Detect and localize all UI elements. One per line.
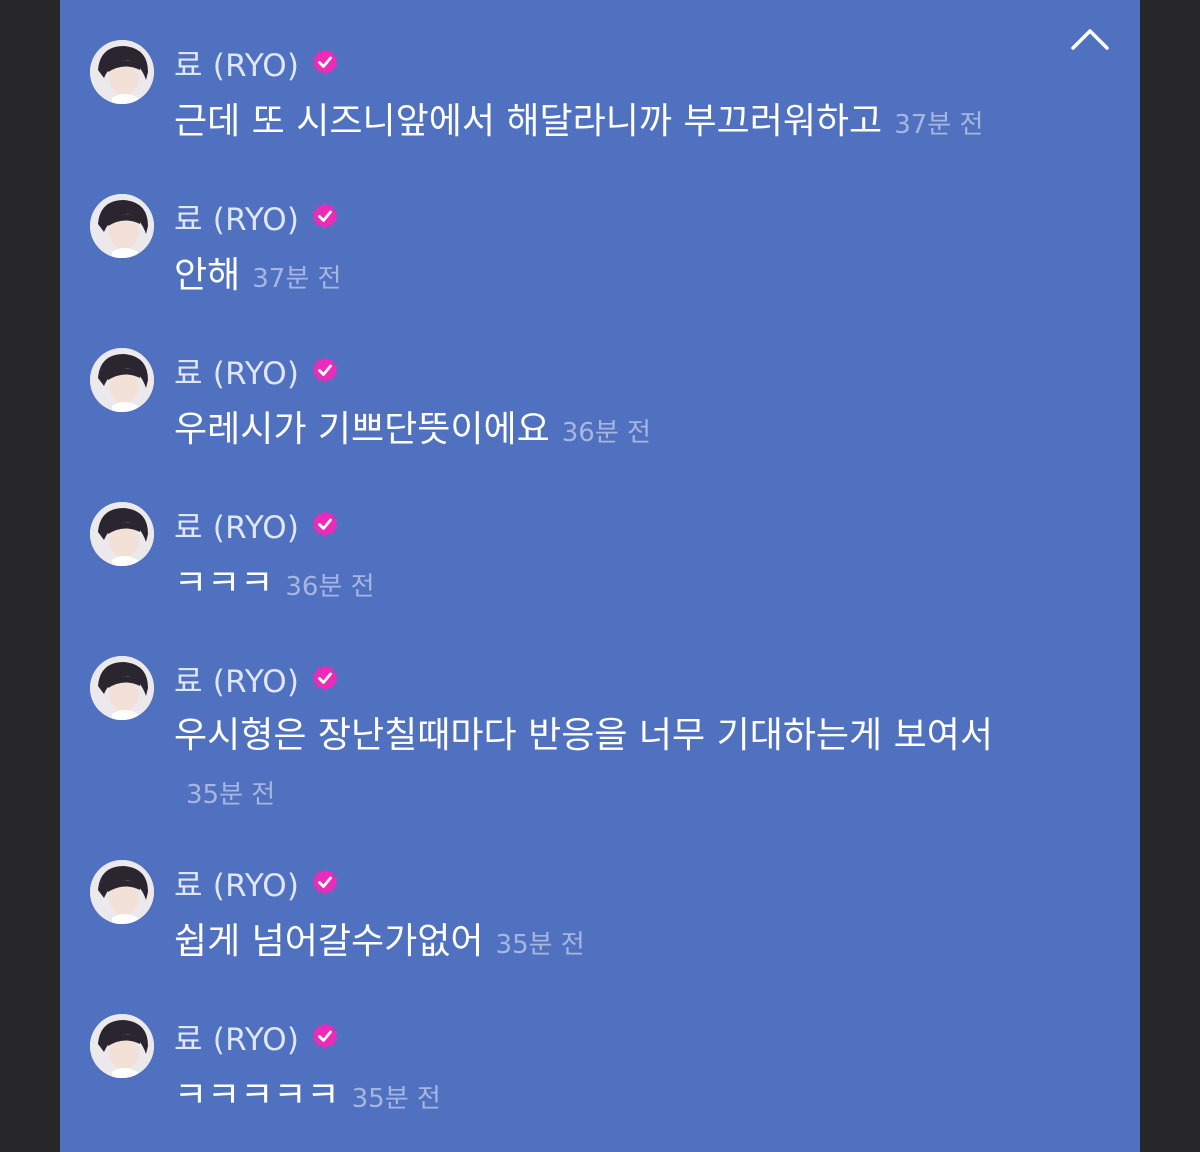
verified-icon <box>311 1022 339 1050</box>
message-timestamp: 36분 전 <box>561 418 651 448</box>
message-timestamp: 35분 전 <box>495 930 585 960</box>
avatar[interactable] <box>90 502 154 566</box>
username[interactable]: 료 (RYO) <box>174 1016 339 1058</box>
username-text: 료 (RYO) <box>174 663 300 700</box>
screen: 료 (RYO) 근데 또 시즈니앞에서 해달라니까 부끄러워하고 37분 전 료… <box>0 0 1200 1152</box>
avatar[interactable] <box>90 348 154 412</box>
verified-icon <box>311 202 339 230</box>
message-text: ㅋㅋㅋㅋㅋ 35분 전 <box>174 1070 1054 1125</box>
message-content: 안해 <box>174 255 241 296</box>
chevron-up-icon <box>1071 29 1109 50</box>
message-text: 안해 37분 전 <box>174 250 1054 305</box>
username[interactable]: 료 (RYO) <box>174 504 339 546</box>
username[interactable]: 료 (RYO) <box>174 350 339 392</box>
username[interactable]: 료 (RYO) <box>174 196 339 238</box>
message-content: 쉽게 넘어갈수가없어 <box>174 921 484 962</box>
chat-panel: 료 (RYO) 근데 또 시즈니앞에서 해달라니까 부끄러워하고 37분 전 료… <box>60 0 1140 1152</box>
verified-icon <box>311 510 339 538</box>
verified-icon <box>311 48 339 76</box>
message-timestamp: 37분 전 <box>252 264 342 294</box>
username-text: 료 (RYO) <box>174 867 300 904</box>
username-text: 료 (RYO) <box>174 201 300 238</box>
message-text: 우시형은 장난칠때마다 반응을 너무 기대하는게 보여서 35분 전 <box>174 708 1054 823</box>
message-content: ㅋㅋㅋㅋㅋ <box>174 1075 340 1116</box>
username-text: 료 (RYO) <box>174 509 300 546</box>
message-timestamp: 35분 전 <box>351 1084 441 1114</box>
verified-icon <box>311 868 339 896</box>
avatar[interactable] <box>90 40 154 104</box>
username[interactable]: 료 (RYO) <box>174 862 339 904</box>
message-content: ㅋㅋㅋ <box>174 563 274 604</box>
username-text: 료 (RYO) <box>174 355 300 392</box>
message-content: 우시형은 장난칠때마다 반응을 너무 기대하는게 보여서 <box>174 715 993 756</box>
message-text: 우레시가 기쁘단뜻이에요 36분 전 <box>174 404 1054 459</box>
verified-icon <box>311 664 339 692</box>
username[interactable]: 료 (RYO) <box>174 42 339 84</box>
avatar[interactable] <box>90 656 154 720</box>
message-content: 우레시가 기쁘단뜻이에요 <box>174 409 550 450</box>
message-timestamp: 37분 전 <box>894 110 984 140</box>
avatar[interactable] <box>90 194 154 258</box>
message-timestamp: 36분 전 <box>285 572 375 602</box>
message-text: ㅋㅋㅋ 36분 전 <box>174 558 1054 613</box>
collapse-button[interactable] <box>1068 22 1112 56</box>
avatar[interactable] <box>90 1014 154 1078</box>
username[interactable]: 료 (RYO) <box>174 658 339 700</box>
avatar[interactable] <box>90 860 154 924</box>
message-content: 근데 또 시즈니앞에서 해달라니까 부끄러워하고 <box>174 101 883 142</box>
verified-icon <box>311 356 339 384</box>
username-text: 료 (RYO) <box>174 1021 300 1058</box>
username-text: 료 (RYO) <box>174 47 300 84</box>
message-text: 쉽게 넘어갈수가없어 35분 전 <box>174 916 1054 971</box>
message-timestamp: 35분 전 <box>186 780 276 810</box>
message-text: 근데 또 시즈니앞에서 해달라니까 부끄러워하고 37분 전 <box>174 96 1054 151</box>
